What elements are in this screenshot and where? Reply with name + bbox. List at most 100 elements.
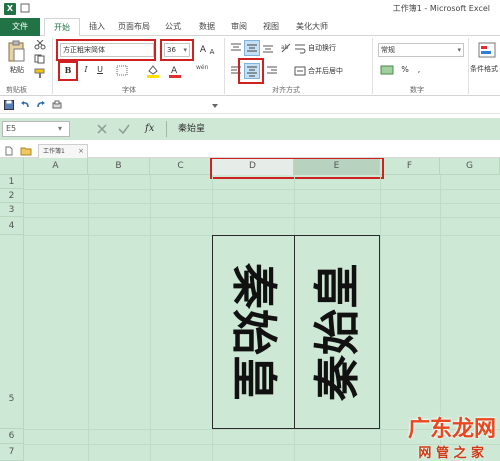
column-header-b[interactable]: B	[88, 158, 150, 175]
row-header-4[interactable]: 4	[0, 217, 24, 235]
tab-beautify[interactable]: 美化大师	[292, 18, 332, 36]
cell-d5-text: 秦始皇	[226, 263, 281, 401]
worksheet-grid[interactable]: A B C D E F G 1 2 3 4 5 6 7 秦始皇 秦始皇 广东龙网…	[0, 158, 500, 461]
cell-d5[interactable]: 秦始皇	[212, 235, 295, 429]
quick-access-toolbar	[0, 96, 500, 114]
print-preview-icon[interactable]	[52, 100, 62, 110]
cell-e5[interactable]: 秦始皇	[294, 235, 380, 429]
grow-font-icon[interactable]: A	[198, 44, 208, 56]
redo-icon[interactable]	[36, 100, 46, 110]
cut-icon[interactable]	[34, 39, 46, 50]
orientation-icon[interactable]: ab	[280, 42, 292, 54]
select-all-corner[interactable]	[0, 158, 24, 175]
conditional-format-button[interactable]: 条件格式	[470, 64, 498, 74]
align-bottom-icon[interactable]	[262, 42, 274, 54]
alignment-group-label: 对齐方式	[272, 86, 300, 94]
align-right-icon[interactable]	[266, 65, 278, 77]
font-color-icon[interactable]: A	[168, 64, 182, 78]
gridline	[24, 203, 500, 204]
formula-input[interactable]: 秦始皇	[178, 121, 205, 137]
cancel-icon[interactable]	[96, 123, 108, 135]
merge-center-button[interactable]: 合并后居中	[308, 66, 343, 76]
column-header-a[interactable]: A	[24, 158, 88, 175]
format-painter-icon[interactable]	[34, 68, 46, 78]
row-header-6[interactable]: 6	[0, 429, 24, 444]
underline-button[interactable]: U	[94, 64, 106, 76]
row-header-5[interactable]: 5	[0, 235, 24, 429]
group-separator	[52, 38, 53, 94]
group-separator	[224, 38, 225, 94]
save-icon[interactable]	[4, 100, 14, 110]
new-file-icon[interactable]	[4, 146, 14, 156]
font-color-letter: A	[171, 66, 178, 76]
row-header-2[interactable]: 2	[0, 189, 24, 203]
tab-insert[interactable]: 插入	[84, 18, 110, 36]
save-quick-icon[interactable]	[20, 3, 30, 13]
open-folder-icon[interactable]	[20, 146, 32, 156]
column-header-g[interactable]: G	[440, 158, 500, 175]
bold-highlight	[58, 61, 78, 81]
enter-icon[interactable]	[118, 123, 130, 135]
ribbon-home: 粘贴 剪贴板 方正粗宋简体 36 ▾ A A B I U A wén 字体 ab…	[0, 36, 500, 96]
conditional-format-icon[interactable]	[478, 42, 496, 58]
tab-view[interactable]: 视图	[258, 18, 284, 36]
currency-icon[interactable]	[380, 64, 394, 76]
clipboard-group-label: 剪贴板	[6, 86, 27, 94]
comma-button[interactable]: ,	[414, 64, 424, 76]
font-name-highlight	[56, 39, 156, 61]
tab-data[interactable]: 数据	[194, 18, 220, 36]
column-header-c[interactable]: C	[150, 158, 212, 175]
font-size-highlight	[160, 39, 194, 61]
phonetic-label: wén	[196, 64, 209, 71]
chevron-down-icon[interactable]: ▾	[457, 44, 461, 56]
excel-app-icon: X	[4, 3, 16, 15]
workbook-tab[interactable]: 工作簿1 ×	[38, 144, 88, 158]
copy-icon[interactable]	[34, 54, 46, 64]
tab-home[interactable]: 开始	[44, 18, 80, 37]
customize-toolbar-icon[interactable]	[210, 100, 220, 110]
merge-icon[interactable]	[294, 65, 306, 77]
column-header-highlight	[210, 158, 384, 179]
cell-e5-text: 秦始皇	[310, 263, 364, 401]
formula-separator	[166, 121, 167, 137]
close-icon[interactable]: ×	[78, 145, 84, 158]
number-format-select[interactable]: 常规 ▾	[378, 43, 464, 57]
workbook-tab-row: 工作簿1 ×	[0, 144, 500, 158]
paste-button[interactable]: 粘贴	[4, 64, 30, 76]
svg-text:ab: ab	[281, 44, 289, 51]
tab-review[interactable]: 审阅	[226, 18, 252, 36]
row-header-7[interactable]: 7	[0, 444, 24, 461]
row-header-3[interactable]: 3	[0, 203, 24, 217]
align-top-icon[interactable]	[230, 42, 242, 54]
paste-icon[interactable]	[6, 40, 26, 64]
tab-page-layout[interactable]: 页面布局	[114, 18, 154, 36]
gridline	[24, 189, 500, 190]
italic-button[interactable]: I	[80, 64, 92, 76]
formula-bar: E5 ▾ fx 秦始皇	[0, 118, 500, 140]
border-icon[interactable]	[116, 65, 128, 76]
group-separator	[372, 38, 373, 94]
font-group-label: 字体	[122, 86, 136, 94]
percent-button[interactable]: %	[400, 64, 410, 76]
watermark-subtitle: 网 管 之 家	[418, 446, 484, 461]
wrap-text-button[interactable]: 自动换行	[308, 43, 336, 53]
watermark-logo: 广东龙网	[407, 417, 496, 442]
workbook-tab-label: 工作簿1	[43, 148, 65, 155]
ribbon-tabs: 文件 开始 插入 页面布局 公式 数据 审阅 视图 美化大师	[0, 18, 500, 37]
chevron-down-icon[interactable]: ▾	[58, 121, 62, 137]
number-format-value: 常规	[381, 46, 395, 54]
shrink-font-icon[interactable]: A	[208, 46, 216, 58]
fill-color-icon[interactable]	[146, 64, 160, 78]
number-group-label: 数字	[410, 86, 424, 94]
row-header-1[interactable]: 1	[0, 175, 24, 189]
group-separator	[468, 38, 469, 94]
phonetic-icon[interactable]: wén	[196, 64, 210, 78]
tab-file[interactable]: 文件	[0, 18, 40, 36]
insert-function-button[interactable]: fx	[145, 121, 154, 137]
tab-formulas[interactable]: 公式	[160, 18, 186, 36]
align-middle-icon[interactable]	[244, 40, 260, 56]
gridline	[24, 217, 500, 218]
undo-icon[interactable]	[20, 100, 30, 110]
column-header-f[interactable]: F	[380, 158, 440, 175]
wrap-text-icon[interactable]	[294, 42, 306, 54]
